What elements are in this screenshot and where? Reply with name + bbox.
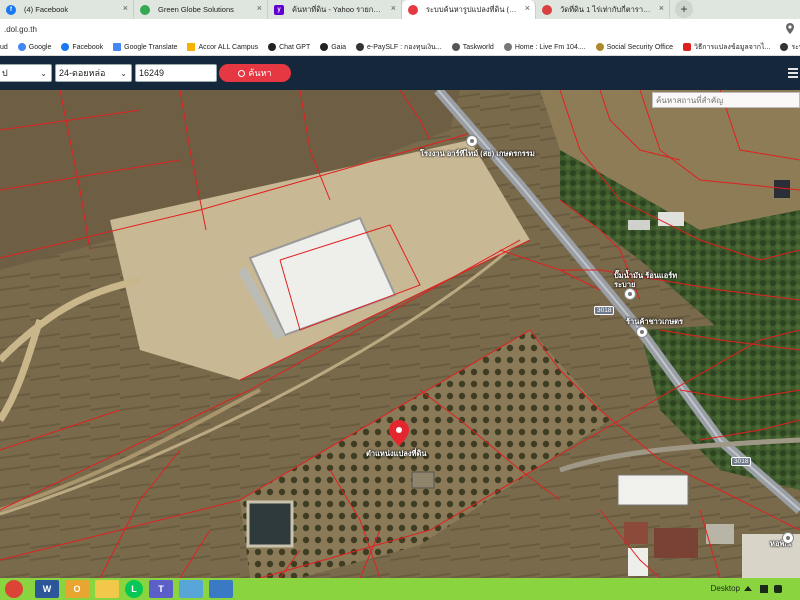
epay-icon (356, 43, 365, 51)
tab-title: ค้นหาที่ดิน - Yahoo รายการที่ค้นหา (292, 4, 385, 14)
building-roof-red (624, 522, 648, 544)
facebook-icon: f (6, 5, 16, 15)
bookmark-item[interactable]: Chat GPT (268, 43, 310, 51)
close-tab-icon[interactable]: × (391, 3, 396, 13)
search-icon (238, 69, 246, 77)
building-roof-brown (654, 528, 698, 558)
map-imagery (0, 90, 800, 578)
site-icon (542, 5, 552, 15)
place-search-input[interactable] (652, 92, 800, 108)
dormitory-poi-icon[interactable] (782, 532, 794, 544)
bookmark-item[interactable]: Social Security Office (595, 43, 673, 51)
parcel-number-input[interactable]: 16249 (135, 64, 217, 82)
chrome-icon[interactable] (5, 580, 23, 598)
tab-title: (4) Facebook (24, 5, 69, 14)
volume-icon[interactable] (774, 585, 782, 593)
taskbar: W O L T Desktop (0, 578, 800, 600)
tab-land-measure[interactable]: วัดที่ดิน 1 ไร่เท่ากับกี่ตารางวา ผลคูณ × (536, 0, 670, 19)
hut (411, 471, 435, 489)
bookmark-item[interactable]: ระบบบริการตามศูนย์ภ (780, 42, 800, 53)
province-select[interactable]: ป ⌄ (0, 64, 52, 82)
bookmark-item[interactable]: Accor ALL Campus (187, 43, 258, 51)
youtube-icon (683, 43, 692, 51)
parcel-location-label: ตำแหน่งแปลงที่ดิน (366, 449, 427, 458)
bookmark-item[interactable]: Gaia (320, 43, 346, 51)
address-bar[interactable]: .dol.go.th (0, 19, 800, 39)
new-tab-button[interactable]: + (675, 0, 693, 18)
road-number-3018: 3018 (594, 306, 615, 315)
bookmark-item[interactable]: Google (17, 43, 51, 51)
paint-icon[interactable] (179, 580, 203, 598)
close-tab-icon[interactable]: × (525, 3, 530, 13)
file-explorer-icon[interactable] (95, 580, 119, 598)
bookmark-item[interactable]: Facebook (61, 43, 103, 51)
parcel-number-value: 16249 (139, 68, 165, 78)
chevron-down-icon: ⌄ (40, 69, 47, 78)
building-small-white (628, 548, 648, 576)
factory-label: โรงงาน อาร์ทีไทม์ (สย) เกษตรกรรม (420, 149, 535, 158)
roadside-shed-2 (628, 220, 650, 230)
bookmark-item[interactable]: e-PaySLF : กองทุนเงิน... (356, 42, 442, 53)
satellite-map[interactable]: โรงงาน อาร์ทีไทม์ (สย) เกษตรกรรม ปั๊มน้ำ… (0, 90, 800, 578)
facebook-icon (61, 43, 70, 51)
petrol-station-label: ปั๊มน้ำมัน ร้อนแอร์ท ระบาย (614, 271, 678, 289)
teams-icon[interactable]: T (149, 580, 173, 598)
accor-icon (187, 43, 196, 51)
bookmark-item[interactable]: Google Translate (113, 43, 177, 51)
outlook-icon[interactable]: O (65, 580, 89, 598)
tab-title: วัดที่ดิน 1 ไร่เท่ากับกี่ตารางวา ผลคูณ (560, 4, 653, 14)
chevron-down-icon: ⌄ (120, 69, 127, 78)
close-tab-icon[interactable]: × (257, 3, 262, 13)
tab-facebook[interactable]: f (4) Facebook × (0, 0, 134, 19)
line-icon[interactable]: L (125, 580, 143, 598)
globe-icon (140, 5, 150, 15)
browser-tab-strip: f (4) Facebook × Green Globe Solutions ×… (0, 0, 800, 19)
tab-landsmaps[interactable]: ระบบค้นหารูปแปลงที่ดิน (LandsMaps) × (402, 0, 536, 19)
sso-icon (595, 43, 604, 51)
close-tab-icon[interactable]: × (659, 3, 664, 13)
district-value: 24-ดอยหล่อ (59, 68, 106, 78)
shop-label: ร้านค้าชาวเกษตร (626, 317, 684, 326)
gaia-icon (320, 43, 329, 51)
district-select[interactable]: 24-ดอยหล่อ ⌄ (55, 64, 132, 82)
photos-icon[interactable] (209, 580, 233, 598)
network-icon[interactable] (760, 585, 768, 593)
radio-icon (503, 43, 512, 51)
pond (246, 500, 294, 548)
tab-title: ระบบค้นหารูปแปลงที่ดิน (LandsMaps) (426, 4, 519, 14)
bookmarks-bar: ud Google Facebook Google Translate Acco… (0, 39, 800, 56)
factory-poi-icon[interactable] (466, 135, 478, 147)
tray-up-arrow-icon[interactable] (744, 586, 752, 591)
chatgpt-icon (268, 43, 277, 51)
tab-green-globe[interactable]: Green Globe Solutions × (134, 0, 268, 19)
tab-yahoo[interactable]: y ค้นหาที่ดิน - Yahoo รายการที่ค้นหา × (268, 0, 402, 19)
search-button-label: ค้นหา (248, 68, 272, 78)
location-icon[interactable] (786, 23, 794, 34)
road-number-3018: 3018 (731, 457, 752, 466)
petrol-poi-icon[interactable] (624, 288, 636, 300)
parcel-search-bar: ป ⌄ 24-ดอยหล่อ ⌄ 16249 ค้นหา (0, 56, 800, 90)
taskworld-icon (451, 43, 460, 51)
tab-title: Green Globe Solutions (158, 5, 234, 14)
close-tab-icon[interactable]: × (123, 3, 128, 13)
province-value: ป (2, 68, 8, 78)
desktop-label[interactable]: Desktop (711, 584, 740, 593)
roadside-shed (658, 212, 684, 226)
translate-icon (113, 43, 122, 51)
search-button[interactable]: ค้นหา (219, 64, 291, 82)
bookmark-item[interactable]: Home : Live Fm 104.... (503, 43, 586, 51)
bookmark-item[interactable]: วิธีการแปลงข้อมูลจากไ... (683, 42, 770, 53)
building-white (617, 474, 689, 506)
building-grey (706, 524, 734, 544)
google-icon (17, 43, 26, 51)
bookmark-item[interactable]: ud (0, 44, 8, 51)
menu-icon[interactable] (788, 68, 798, 78)
bookmark-item[interactable]: Taskworld (451, 43, 494, 51)
shop-poi-icon[interactable] (636, 326, 648, 338)
word-icon[interactable]: W (35, 580, 59, 598)
url-text: .dol.go.th (4, 24, 37, 34)
yahoo-icon: y (274, 5, 284, 15)
service-icon (780, 43, 789, 51)
map-pin-icon (408, 5, 418, 15)
